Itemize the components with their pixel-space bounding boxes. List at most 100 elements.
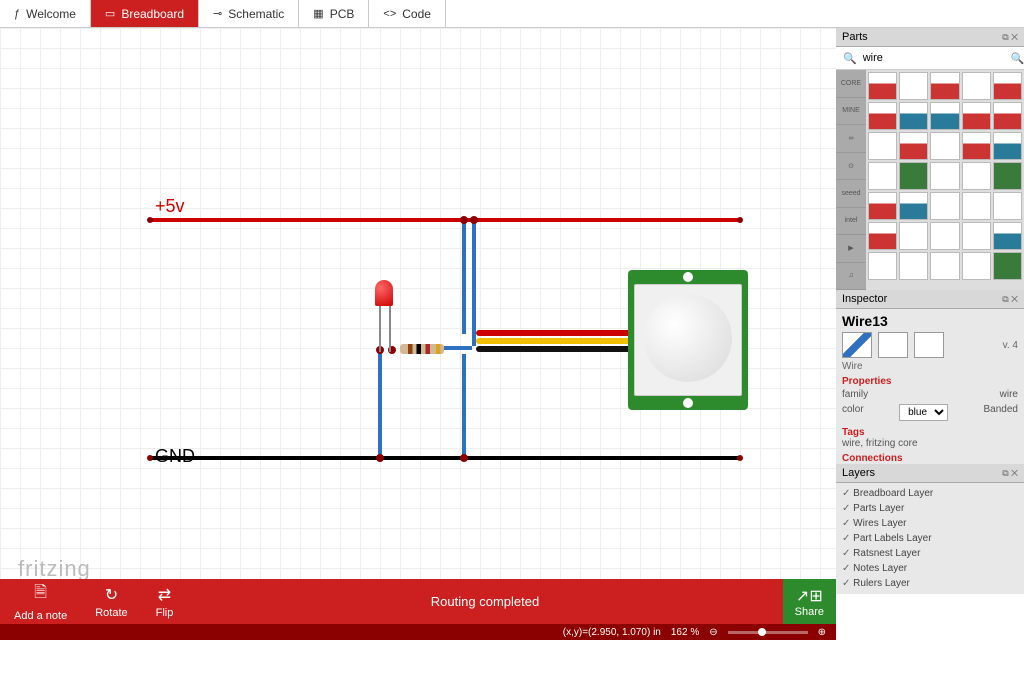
zoom-in-button[interactable]: ⊕ — [818, 627, 826, 638]
wire-connector[interactable] — [470, 216, 478, 224]
pin-icon[interactable]: ⧉ ✕ — [1002, 468, 1018, 479]
part-thumb[interactable] — [930, 162, 959, 190]
layer-item[interactable]: Ratsnest Layer — [842, 546, 1018, 561]
layer-item[interactable]: Parts Layer — [842, 501, 1018, 516]
part-thumb[interactable] — [993, 252, 1022, 280]
part-thumb[interactable] — [930, 252, 959, 280]
inspector-thumb-breadboard[interactable] — [842, 332, 872, 358]
parts-grid — [866, 70, 1024, 290]
part-thumb[interactable] — [899, 132, 928, 160]
wire-5v-to-pir[interactable] — [462, 220, 466, 334]
layer-item[interactable]: Notes Layer — [842, 561, 1018, 576]
part-thumb[interactable] — [962, 72, 991, 100]
part-thumb[interactable] — [993, 72, 1022, 100]
part-thumb[interactable] — [899, 222, 928, 250]
parts-cat-seeed[interactable]: seeed — [836, 180, 866, 208]
banded-label[interactable]: Banded — [984, 404, 1018, 421]
wire-pir-to-gnd[interactable] — [462, 354, 466, 458]
tab-breadboard[interactable]: ▭Breadboard — [91, 0, 199, 27]
pir-wire-vcc[interactable] — [476, 330, 632, 336]
rail-5v-label: +5v — [155, 196, 185, 217]
parts-panel-header[interactable]: Parts ⧉ ✕ — [836, 28, 1024, 47]
parts-cat-contrib[interactable]: ▶ — [836, 235, 866, 263]
tab-pcb[interactable]: ▦PCB — [299, 0, 369, 27]
part-thumb[interactable] — [930, 222, 959, 250]
part-thumb[interactable] — [868, 162, 897, 190]
tab-code[interactable]: <>Code — [369, 0, 446, 27]
button-label: Add a note — [14, 610, 67, 622]
wire-5v-branch[interactable] — [472, 220, 476, 346]
rotate-button[interactable]: ↻Rotate — [81, 585, 141, 619]
part-thumb[interactable] — [930, 192, 959, 220]
pir-sensor-component[interactable] — [628, 270, 748, 410]
breadboard-canvas[interactable]: +5v GND — [0, 28, 836, 594]
layer-item[interactable]: Rulers Layer — [842, 576, 1018, 591]
parts-cat-core[interactable]: CORE — [836, 70, 866, 98]
wire-connector[interactable] — [376, 454, 384, 462]
part-thumb[interactable] — [899, 252, 928, 280]
flip-button[interactable]: ⇄Flip — [142, 585, 188, 619]
part-thumb[interactable] — [868, 192, 897, 220]
wire-led-to-gnd[interactable] — [378, 350, 382, 458]
part-thumb[interactable] — [930, 132, 959, 160]
inspector-item-name: Wire13 — [842, 313, 1018, 329]
parts-cat-other[interactable]: ♫ — [836, 263, 866, 291]
part-thumb[interactable] — [962, 192, 991, 220]
inspector-thumb-pcb[interactable] — [914, 332, 944, 358]
parts-cat-sparkfun[interactable]: ⊙ — [836, 153, 866, 181]
layers-header[interactable]: Layers⧉ ✕ — [836, 464, 1024, 483]
add-note-button[interactable]: 🗎Add a note — [0, 581, 81, 622]
color-select[interactable]: blue — [899, 404, 948, 421]
part-thumb[interactable] — [993, 222, 1022, 250]
part-thumb[interactable] — [962, 252, 991, 280]
tab-welcome[interactable]: ƒWelcome — [0, 0, 91, 27]
part-thumb[interactable] — [993, 162, 1022, 190]
parts-search-input[interactable] — [861, 50, 1007, 66]
wire-resistor-out[interactable] — [444, 346, 472, 350]
wire-connector[interactable] — [460, 454, 468, 462]
pin-icon[interactable]: ⧉ ✕ — [1002, 294, 1018, 305]
layer-item[interactable]: Breadboard Layer — [842, 486, 1018, 501]
inspector-thumb-schematic[interactable] — [878, 332, 908, 358]
part-thumb[interactable] — [899, 72, 928, 100]
panel-title: Parts — [842, 31, 868, 43]
part-thumb[interactable] — [962, 222, 991, 250]
parts-cat-arduino[interactable]: ∞ — [836, 125, 866, 153]
part-thumb[interactable] — [993, 132, 1022, 160]
power-rail-gnd[interactable] — [150, 456, 740, 460]
zoom-slider[interactable] — [728, 631, 808, 634]
wire-connector[interactable] — [460, 216, 468, 224]
part-thumb[interactable] — [962, 162, 991, 190]
tab-label: Code — [402, 7, 431, 21]
part-thumb[interactable] — [868, 252, 897, 280]
parts-cat-intel[interactable]: intel — [836, 208, 866, 236]
parts-cat-mine[interactable]: MINE — [836, 98, 866, 126]
pin-icon[interactable]: ⧉ ✕ — [1002, 32, 1018, 43]
part-thumb[interactable] — [899, 192, 928, 220]
part-thumb[interactable] — [868, 72, 897, 100]
part-thumb[interactable] — [868, 222, 897, 250]
part-thumb[interactable] — [993, 192, 1022, 220]
layer-item[interactable]: Part Labels Layer — [842, 531, 1018, 546]
part-thumb[interactable] — [899, 162, 928, 190]
share-button[interactable]: ↗⊞Share — [783, 579, 836, 624]
resistor-component[interactable] — [400, 344, 444, 354]
zoom-out-button[interactable]: ⊖ — [709, 627, 717, 638]
led-component[interactable] — [375, 280, 393, 306]
button-label: Rotate — [95, 607, 127, 619]
tab-schematic[interactable]: ⊸Schematic — [199, 0, 299, 27]
search-go-icon[interactable]: 🔍 — [1007, 52, 1024, 65]
part-thumb[interactable] — [962, 132, 991, 160]
power-rail-5v[interactable] — [150, 218, 740, 222]
pir-wire-gnd[interactable] — [476, 346, 632, 352]
part-thumb[interactable] — [868, 132, 897, 160]
pir-wire-out[interactable] — [476, 338, 632, 344]
part-thumb[interactable] — [962, 102, 991, 130]
part-thumb[interactable] — [930, 102, 959, 130]
part-thumb[interactable] — [930, 72, 959, 100]
part-thumb[interactable] — [993, 102, 1022, 130]
part-thumb[interactable] — [868, 102, 897, 130]
inspector-header[interactable]: Inspector⧉ ✕ — [836, 290, 1024, 309]
layer-item[interactable]: Wires Layer — [842, 516, 1018, 531]
part-thumb[interactable] — [899, 102, 928, 130]
